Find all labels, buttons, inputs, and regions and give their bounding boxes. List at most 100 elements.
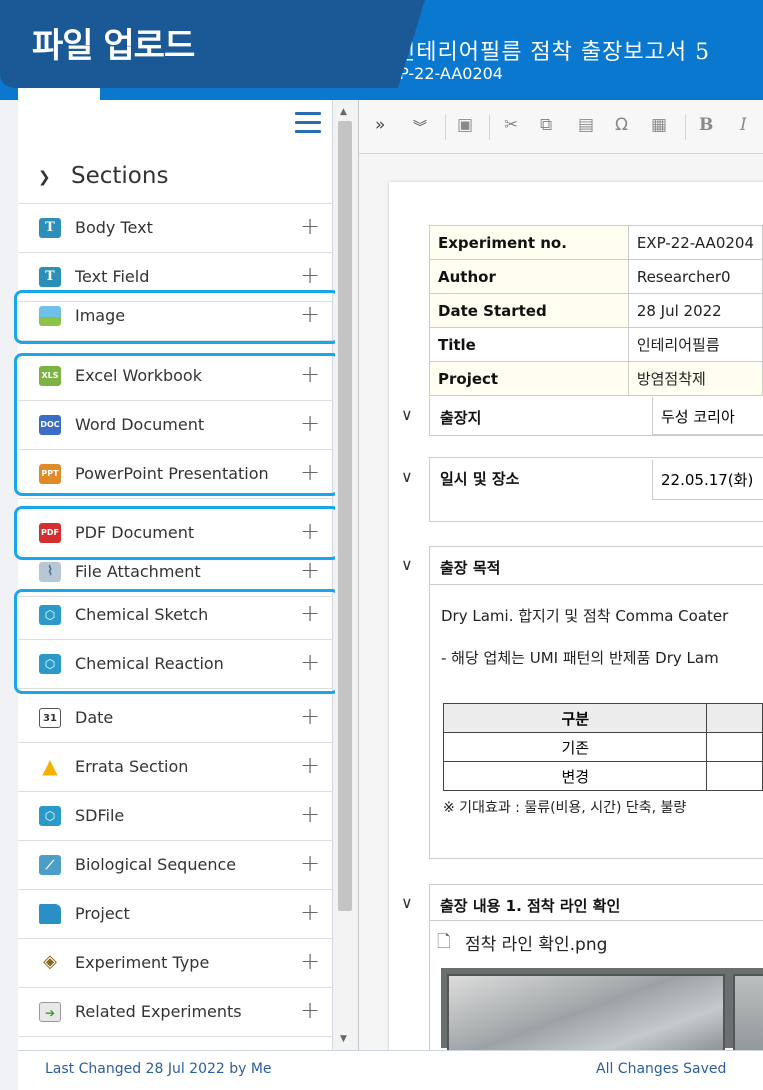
- calendar-icon: 31: [39, 708, 61, 728]
- hamburger-menu-icon[interactable]: [295, 112, 321, 134]
- table-row: 기존: [442, 732, 763, 762]
- add-icon[interactable]: +: [300, 556, 320, 584]
- section-heading: 일시 및 장소: [440, 470, 520, 488]
- sidebar-item-body-text[interactable]: T Body Text +: [18, 204, 333, 253]
- chevron-down-icon[interactable]: ∨: [401, 405, 413, 424]
- cut-icon[interactable]: ✂: [504, 115, 518, 135]
- section-value[interactable]: 두성 코리아: [652, 397, 763, 435]
- sidebar-item-related-experiments[interactable]: ➔ Related Experiments +: [18, 988, 333, 1037]
- attached-image[interactable]: [441, 968, 763, 1050]
- status-bar: Last Changed 28 Jul 2022 by Me All Chang…: [18, 1050, 763, 1090]
- table-row: 구분: [442, 703, 763, 733]
- section-value[interactable]: 22.05.17(화): [652, 460, 763, 500]
- table-row: Date Started 28 Jul 2022: [429, 293, 763, 328]
- powerpoint-icon: PPT: [39, 464, 61, 484]
- chevron-down-icon[interactable]: ∨: [401, 893, 413, 912]
- add-icon[interactable]: +: [300, 996, 320, 1024]
- sidebar-item-file-attachment[interactable]: ⌇ File Attachment +: [18, 548, 333, 597]
- sidebar-item-experiment-type[interactable]: ◈ Experiment Type +: [18, 939, 333, 988]
- section-destination: 출장지 두성 코리아: [429, 397, 763, 436]
- attachment-filename[interactable]: 점착 라인 확인.png: [465, 930, 607, 955]
- add-icon[interactable]: +: [300, 360, 320, 388]
- chemical-sketch-icon: ⬡: [39, 605, 61, 625]
- sidebar-item-chemical-sketch[interactable]: ⬡ Chemical Sketch +: [18, 591, 333, 640]
- add-icon[interactable]: +: [300, 898, 320, 926]
- text-field-icon: T: [39, 267, 61, 287]
- sidebar-item-label: Errata Section: [75, 757, 189, 776]
- sidebar-item-label: Image: [75, 306, 126, 325]
- add-icon[interactable]: +: [300, 300, 320, 328]
- sidebar-item-sdfile[interactable]: ⬡ SDFile +: [18, 792, 333, 841]
- add-icon[interactable]: +: [300, 599, 320, 627]
- last-changed-text: Last Changed 28 Jul 2022 by Me: [45, 1061, 272, 1077]
- editor-pane: » ︾ ▣ ✂ ⧉ ▤ Ω ▦ B I Experiment no. EXP-2…: [358, 100, 763, 1050]
- warning-icon: ▲: [42, 754, 58, 778]
- copy-icon[interactable]: ⧉: [540, 115, 552, 135]
- add-icon[interactable]: +: [300, 458, 320, 486]
- chevron-down-icon[interactable]: ❯: [38, 168, 51, 186]
- scroll-up-icon[interactable]: ▲: [340, 107, 347, 117]
- add-icon[interactable]: +: [300, 517, 320, 545]
- add-icon[interactable]: +: [300, 947, 320, 975]
- document-title: 인테리어필름 점착 출장보고서 5: [395, 40, 711, 65]
- italic-icon[interactable]: I: [740, 115, 747, 135]
- sidebar-item-chemical-reaction[interactable]: ⬡ Chemical Reaction +: [18, 640, 333, 689]
- sections-label: Sections: [71, 163, 169, 189]
- sidebar-item-label: PowerPoint Presentation: [75, 464, 269, 483]
- calendar-icon[interactable]: ▦: [651, 115, 667, 135]
- comparison-table: 구분 기존 변경: [442, 703, 763, 791]
- sidebar-item-excel-workbook[interactable]: XLS Excel Workbook +: [18, 352, 333, 401]
- add-icon[interactable]: +: [300, 702, 320, 730]
- sidebar-item-date[interactable]: 31 Date +: [18, 694, 333, 743]
- sidebar-item-powerpoint[interactable]: PPT PowerPoint Presentation +: [18, 450, 333, 499]
- paste-icon[interactable]: ▤: [578, 115, 594, 135]
- sidebar-item-label: Related Experiments: [75, 1002, 242, 1021]
- sidebar-scrollbar[interactable]: ▲ ▼: [335, 103, 355, 1048]
- biological-sequence-icon: ⟋: [39, 855, 61, 875]
- scroll-down-icon[interactable]: ▼: [340, 1034, 347, 1044]
- add-icon[interactable]: +: [300, 751, 320, 779]
- sidebar-item-label: Word Document: [75, 415, 205, 434]
- omega-icon[interactable]: Ω: [615, 115, 628, 135]
- sidebar-item-errata-section[interactable]: ▲ Errata Section +: [18, 743, 333, 792]
- tab-stub[interactable]: [18, 88, 100, 100]
- expand-icon[interactable]: »: [375, 115, 385, 135]
- expected-effect-note[interactable]: ※ 기대효과 : 물류(비용, 시간) 단축, 불량: [443, 797, 686, 817]
- body-text-icon: T: [39, 218, 61, 238]
- upload-banner: 파일 업로드: [0, 0, 425, 88]
- chevron-down-icon[interactable]: ∨: [401, 555, 413, 574]
- save-icon[interactable]: ▣: [457, 115, 473, 135]
- folder-icon: [39, 904, 61, 924]
- sidebar-item-label: Chemical Sketch: [75, 605, 209, 624]
- sidebar-item-word-document[interactable]: DOC Word Document +: [18, 401, 333, 450]
- sidebar-item-label: Chemical Reaction: [75, 654, 224, 673]
- tag-icon: ◈: [43, 951, 57, 972]
- sections-header[interactable]: ❯ Sections: [18, 150, 333, 204]
- bold-icon[interactable]: B: [699, 115, 713, 135]
- sdfile-icon: ⬡: [39, 806, 61, 826]
- scrollbar-thumb[interactable]: [338, 121, 352, 911]
- sidebar-item-label: Text Field: [75, 267, 150, 286]
- image-icon: [39, 306, 61, 326]
- add-icon[interactable]: +: [300, 648, 320, 676]
- purpose-line-2[interactable]: - 해당 업체는 UMI 패턴의 반제품 Dry Lam: [441, 647, 719, 668]
- chevron-down-icon[interactable]: ∨: [401, 467, 413, 486]
- table-row: Author Researcher0: [429, 259, 763, 294]
- table-row: 변경: [442, 761, 763, 791]
- purpose-line-1[interactable]: Dry Lami. 합지기 및 점착 Comma Coater: [441, 605, 728, 626]
- add-icon[interactable]: +: [300, 409, 320, 437]
- collapse-icon[interactable]: ︾: [413, 117, 427, 137]
- sidebar-item-project[interactable]: Project +: [18, 890, 333, 939]
- add-icon[interactable]: +: [300, 849, 320, 877]
- add-icon[interactable]: +: [300, 800, 320, 828]
- sidebar-item-label: Excel Workbook: [75, 366, 202, 385]
- sidebar-item-label: Biological Sequence: [75, 855, 237, 874]
- sidebar-item-image[interactable]: Image +: [18, 292, 333, 341]
- sidebar-item-biological-sequence[interactable]: ⟋ Biological Sequence +: [18, 841, 333, 890]
- sidebar-item-label: Body Text: [75, 218, 153, 237]
- add-icon[interactable]: +: [300, 212, 320, 240]
- add-icon[interactable]: +: [300, 261, 320, 289]
- save-status: All Changes Saved: [596, 1061, 727, 1077]
- banner-label: 파일 업로드: [32, 26, 195, 66]
- sidebar-item-label: PDF Document: [75, 523, 195, 542]
